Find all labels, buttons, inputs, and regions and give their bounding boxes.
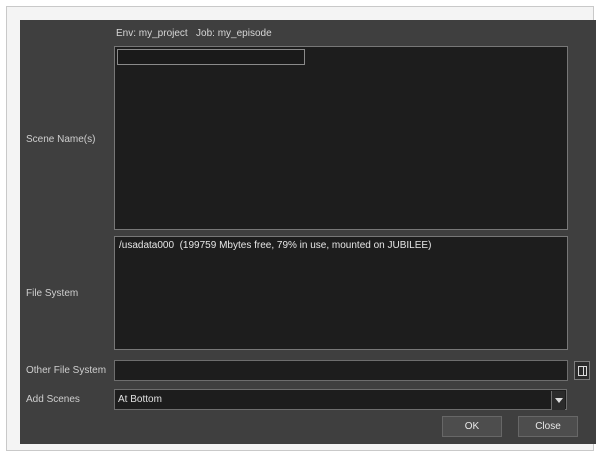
file-system-label: File System bbox=[26, 288, 79, 299]
browse-button[interactable] bbox=[574, 361, 590, 380]
other-file-system-label: Other File System bbox=[26, 365, 107, 376]
file-system-entry[interactable]: /usadata000 (199759 Mbytes free, 79% in … bbox=[119, 240, 431, 251]
dropdown-button[interactable] bbox=[551, 391, 565, 410]
other-file-system-input[interactable] bbox=[114, 360, 568, 381]
ok-button[interactable]: OK bbox=[442, 416, 502, 437]
file-system-list[interactable]: /usadata000 (199759 Mbytes free, 79% in … bbox=[114, 236, 568, 350]
add-scenes-select[interactable]: At Bottom bbox=[114, 389, 567, 410]
close-button[interactable]: Close bbox=[518, 416, 578, 437]
chevron-down-icon bbox=[554, 398, 563, 403]
add-scene-dialog: Env: my_project Job: my_episode Scene Na… bbox=[20, 20, 596, 444]
scene-name-input[interactable] bbox=[117, 49, 305, 65]
scene-names-list[interactable] bbox=[114, 46, 568, 230]
scene-names-label: Scene Name(s) bbox=[26, 134, 96, 145]
add-scenes-label: Add Scenes bbox=[26, 394, 80, 405]
env-job-header: Env: my_project Job: my_episode bbox=[116, 28, 272, 39]
add-scenes-selected-value: At Bottom bbox=[118, 394, 162, 405]
folder-browse-icon bbox=[577, 365, 587, 376]
